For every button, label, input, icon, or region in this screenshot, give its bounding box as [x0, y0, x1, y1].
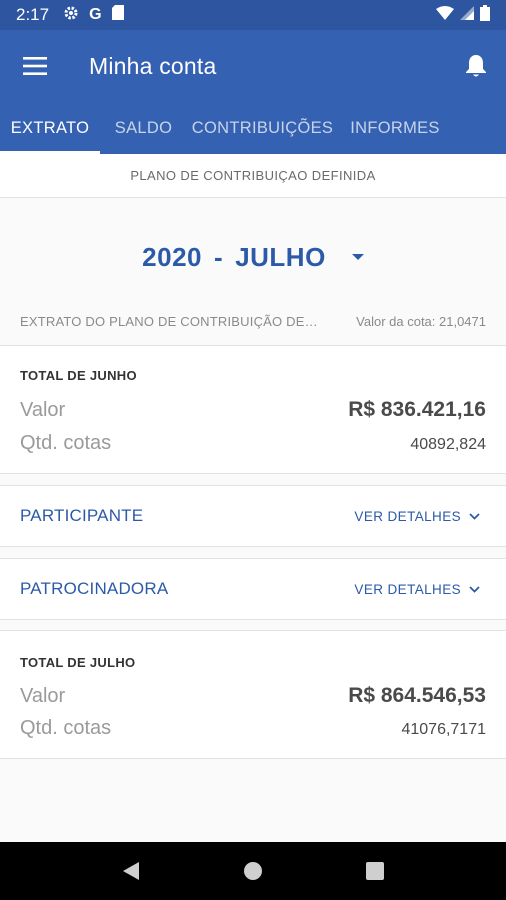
system-nav-bar — [0, 842, 506, 900]
details-button[interactable]: VER DETALHES — [354, 582, 480, 597]
section-name: PARTICIPANTE — [20, 506, 144, 525]
section-name: PATROCINADORA — [20, 579, 169, 598]
back-icon[interactable] — [111, 851, 151, 891]
section-participante[interactable]: PARTICIPANTE VER DETALHES — [0, 485, 506, 547]
bell-icon[interactable] — [446, 30, 506, 102]
plan-banner: PLANO DE CONTRIBUIÇAO DEFINIDA — [0, 154, 506, 198]
status-bar: 2:17 G — [0, 0, 506, 30]
signal-icon — [460, 5, 474, 25]
section-patrocinadora[interactable]: PATROCINADORA VER DETALHES — [0, 558, 506, 620]
total-current-quotas: 41076,7171 — [401, 721, 486, 738]
extrato-info: EXTRATO DO PLANO DE CONTRIBUIÇÃO DEFINID… — [0, 306, 506, 336]
details-label: VER DETALHES — [354, 581, 461, 597]
total-previous-header: TOTAL DE JUNHO — [20, 368, 137, 383]
quota-value: Valor da cota: 21,0471 — [356, 313, 486, 329]
value-label: Valor — [20, 685, 66, 707]
total-current-card: TOTAL DE JULHO Valor R$ 864.546,53 Qtd. … — [0, 630, 506, 759]
quotas-label: Qtd. cotas — [20, 432, 112, 454]
sd-card-icon — [111, 5, 124, 25]
tab-extrato[interactable]: EXTRATO — [0, 102, 100, 154]
google-icon: G — [89, 6, 102, 23]
quotas-label: Qtd. cotas — [20, 717, 112, 739]
period-month: JULHO — [235, 241, 326, 272]
page-title: Minha conta — [89, 52, 217, 79]
settings-icon — [63, 5, 79, 26]
home-icon[interactable] — [233, 851, 273, 891]
total-previous-value: R$ 836.421,16 — [348, 398, 486, 421]
details-button[interactable]: VER DETALHES — [354, 509, 480, 524]
recents-icon[interactable] — [355, 851, 395, 891]
status-time: 2:17 — [16, 5, 50, 24]
tab-informes[interactable]: INFORMES — [338, 102, 452, 154]
wifi-icon — [436, 5, 454, 25]
tab-saldo[interactable]: SALDO — [100, 102, 187, 154]
total-current-value: R$ 864.546,53 — [348, 684, 486, 707]
battery-icon — [480, 4, 490, 26]
period-selector[interactable]: 2020 - JULHO — [0, 225, 506, 289]
chevron-down-icon — [469, 585, 480, 593]
value-label: Valor — [20, 399, 66, 421]
total-previous-quotas: 40892,824 — [410, 436, 486, 453]
dropdown-caret-icon — [351, 254, 364, 260]
total-previous-card: TOTAL DE JUNHO Valor R$ 836.421,16 Qtd. … — [0, 345, 506, 474]
details-label: VER DETALHES — [354, 508, 461, 524]
menu-icon[interactable] — [0, 30, 70, 102]
total-current-header: TOTAL DE JULHO — [20, 655, 136, 670]
chevron-down-icon — [469, 512, 480, 520]
tab-bar: EXTRATO SALDO CONTRIBUIÇÕES INFORMES — [0, 102, 506, 154]
period-year: 2020 — [142, 241, 203, 272]
extrato-description: EXTRATO DO PLANO DE CONTRIBUIÇÃO DEFINID… — [20, 313, 318, 329]
period-separator: - — [214, 241, 224, 272]
app-bar: Minha conta — [0, 30, 506, 102]
tab-contribuicoes[interactable]: CONTRIBUIÇÕES — [187, 102, 338, 154]
